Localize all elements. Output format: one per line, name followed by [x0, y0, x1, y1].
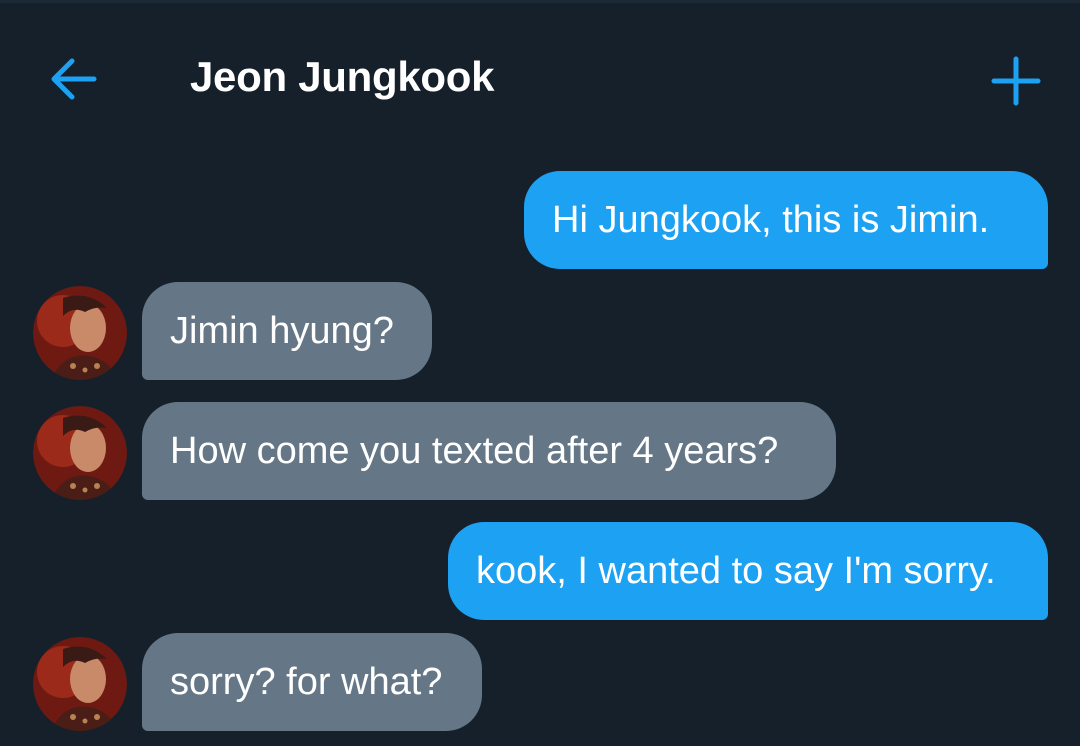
conversation-title: Jeon Jungkook	[190, 53, 495, 100]
message-bubble-received[interactable]: How come you texted after 4 years?	[142, 402, 836, 500]
message-bubble-sent[interactable]: Hi Jungkook, this is Jimin.	[524, 171, 1048, 269]
message-text: Hi Jungkook, this is Jimin.	[552, 198, 990, 241]
add-button[interactable]	[990, 55, 1042, 107]
conversation-header: Jeon Jungkook	[0, 3, 1080, 143]
message-text: sorry? for what?	[170, 660, 443, 703]
message-bubble-sent[interactable]: kook, I wanted to say I'm sorry.	[448, 522, 1048, 620]
avatar[interactable]	[33, 637, 127, 731]
arrow-left-icon	[51, 58, 97, 100]
message-bubble-received[interactable]: Jimin hyung?	[142, 282, 432, 380]
message-text: How come you texted after 4 years?	[170, 429, 779, 472]
message-bubble-received[interactable]: sorry? for what?	[142, 633, 482, 731]
message-text: Jimin hyung?	[170, 309, 394, 352]
plus-icon	[991, 56, 1041, 106]
avatar[interactable]	[33, 406, 127, 500]
avatar[interactable]	[33, 286, 127, 380]
message-text: kook, I wanted to say I'm sorry.	[476, 549, 996, 592]
back-button[interactable]	[48, 55, 100, 103]
